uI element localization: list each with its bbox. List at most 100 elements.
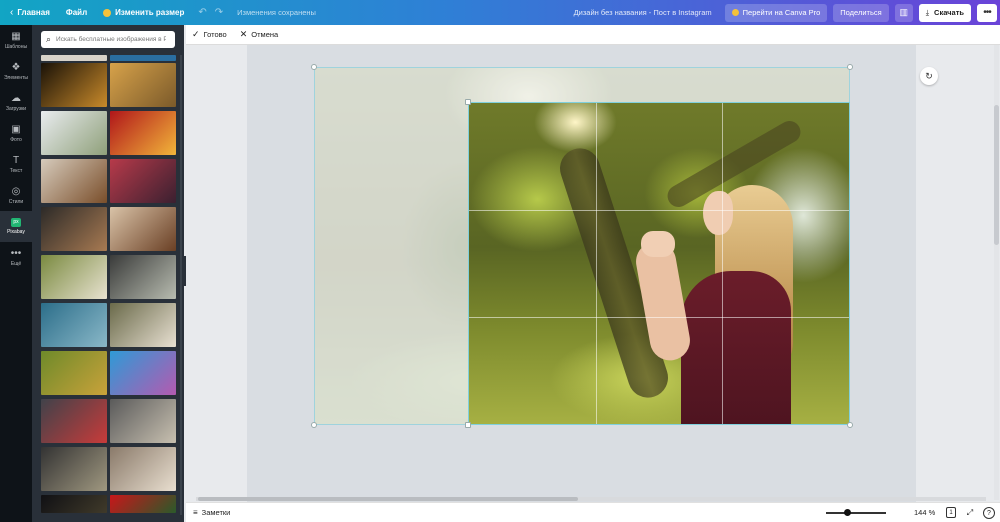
upload-icon: ☁ (11, 93, 21, 104)
download-icon: ⤓ (925, 7, 930, 17)
styles-icon: ◎ (11, 186, 21, 197)
notes-icon: ≡ (193, 508, 198, 517)
resize-handle[interactable] (847, 64, 853, 70)
design-title[interactable]: Дизайн без названия - Пост в Instagram (566, 0, 722, 25)
resize-button[interactable]: Изменить размер (95, 0, 192, 25)
image-thumbnail[interactable] (110, 399, 176, 443)
image-thumbnail[interactable] (41, 399, 107, 443)
close-icon: ✕ (239, 29, 248, 39)
editor-area: ✓ Готово ✕ Отмена ↻ (186, 25, 1000, 522)
bottom-bar: ≡ Заметки 144 % 1 ⤢ ? (186, 502, 1000, 522)
image-thumbnail[interactable] (41, 207, 107, 251)
image-thumbnail[interactable] (110, 55, 176, 61)
rail-item-photos[interactable]: ▣ Фото (0, 118, 32, 149)
image-panel: ⌕ (32, 25, 184, 522)
resize-handle[interactable] (311, 64, 317, 70)
search-box[interactable]: ⌕ (41, 31, 175, 48)
image-thumbnail[interactable] (110, 495, 176, 513)
zoom-slider-knob[interactable] (844, 509, 851, 516)
resize-handle[interactable] (847, 422, 853, 428)
crop-handle[interactable] (465, 422, 471, 428)
zoom-level[interactable]: 144 % (914, 508, 935, 517)
image-thumbnail[interactable] (41, 447, 107, 491)
done-button[interactable]: ✓ Готово (192, 29, 227, 40)
image-thumbnail[interactable] (110, 159, 176, 203)
image-thumbnail[interactable] (110, 447, 176, 491)
rail-item-pixabay[interactable]: px Pixabay (0, 211, 32, 242)
vertical-scroll-thumb[interactable] (994, 105, 999, 245)
panel-scrollbar[interactable] (180, 55, 182, 515)
download-button[interactable]: ⤓ Скачать (918, 3, 971, 22)
templates-icon: ▦ (11, 31, 21, 42)
resize-label: Изменить размер (115, 8, 185, 17)
home-link[interactable]: Главная (17, 0, 58, 25)
rail-label: Элементы (4, 75, 28, 81)
notes-button[interactable]: ≡ Заметки (186, 508, 230, 517)
rail-item-text[interactable]: T Текст (0, 149, 32, 180)
image-thumbnail[interactable] (41, 55, 107, 61)
crown-icon (731, 9, 739, 16)
fullscreen-icon[interactable]: ⤢ (964, 507, 976, 519)
text-icon: T (12, 155, 20, 166)
left-rail: ▦ Шаблоны ❖ Элементы ☁ Загрузки ▣ Фото T… (0, 25, 32, 522)
canva-pro-button[interactable]: Перейти на Canva Pro (724, 3, 828, 22)
crop-frame[interactable] (468, 102, 850, 425)
more-dots-icon: ••• (10, 248, 22, 259)
image-thumbnail[interactable] (41, 255, 107, 299)
more-options-icon[interactable]: ••• (977, 3, 997, 22)
crown-icon (103, 8, 112, 17)
image-thumbnail[interactable] (110, 303, 176, 347)
image-thumbnail[interactable] (110, 111, 176, 155)
cancel-button[interactable]: ✕ Отмена (240, 29, 278, 40)
zoom-slider-track[interactable] (826, 512, 886, 514)
page-count-icon[interactable]: 1 (946, 507, 956, 518)
help-icon[interactable]: ? (983, 507, 995, 519)
rail-item-elements[interactable]: ❖ Элементы (0, 56, 32, 87)
crop-handle[interactable] (465, 99, 471, 105)
thumbnail-grid (41, 55, 177, 522)
crop-grid-line (469, 316, 849, 318)
image-thumbnail[interactable] (110, 63, 176, 107)
woman-body (681, 271, 791, 424)
image-thumbnail[interactable] (41, 63, 107, 107)
file-menu[interactable]: Файл (58, 0, 95, 25)
image-thumbnail[interactable] (110, 351, 176, 395)
crop-grid-line (469, 209, 849, 211)
rail-label: Шаблоны (4, 44, 28, 50)
horizontal-scroll-thumb[interactable] (198, 497, 578, 501)
resize-handle[interactable] (311, 422, 317, 428)
done-label: Готово (203, 30, 227, 39)
image-thumbnail[interactable] (110, 255, 176, 299)
image-thumbnail[interactable] (41, 303, 107, 347)
search-input[interactable] (56, 36, 167, 43)
image-thumbnail[interactable] (41, 111, 107, 155)
top-bar: ‹ Главная Файл Изменить размер ↶ ↷ Измен… (0, 0, 1000, 25)
image-thumbnail[interactable] (41, 351, 107, 395)
image-thumbnail[interactable] (110, 207, 176, 251)
crop-grid-line (595, 103, 597, 424)
rail-item-templates[interactable]: ▦ Шаблоны (0, 25, 32, 56)
canva-pro-label: Перейти на Canva Pro (742, 8, 821, 17)
rotate-icon[interactable]: ↻ (920, 67, 938, 85)
image-thumbnail[interactable] (41, 159, 107, 203)
search-icon: ⌕ (46, 34, 52, 44)
rail-item-more[interactable]: ••• Ещё (0, 242, 32, 273)
image-thumbnail[interactable] (41, 495, 107, 513)
analytics-chart-icon[interactable]: ▥ (894, 3, 913, 22)
redo-icon[interactable]: ↷ (213, 0, 229, 25)
rail-label: Текст (9, 168, 23, 174)
notes-label: Заметки (201, 508, 231, 517)
elements-icon: ❖ (11, 62, 21, 73)
woman-face (703, 191, 733, 235)
undo-icon[interactable]: ↶ (192, 0, 212, 25)
crop-toolbar: ✓ Готово ✕ Отмена (186, 25, 1000, 45)
rail-item-uploads[interactable]: ☁ Загрузки (0, 87, 32, 118)
back-chevron-icon[interactable]: ‹ (0, 0, 17, 25)
cancel-label: Отмена (251, 30, 279, 39)
rail-label: Фото (10, 137, 22, 143)
save-status: Изменения сохранены (237, 8, 316, 17)
share-button[interactable]: Поделиться (833, 3, 889, 22)
download-label: Скачать (934, 8, 964, 17)
rail-item-styles[interactable]: ◎ Стили (0, 180, 32, 211)
rail-label: Стили (8, 199, 24, 205)
